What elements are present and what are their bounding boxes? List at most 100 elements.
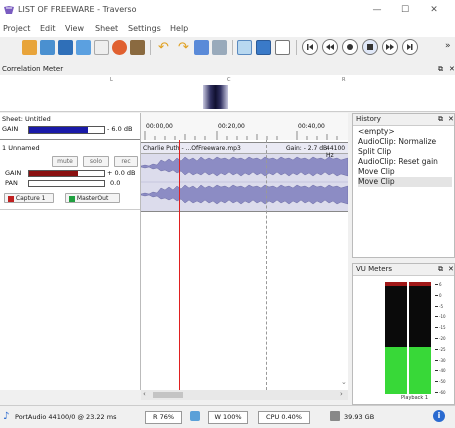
rec-button[interactable]: rec [114, 156, 138, 167]
menu-project[interactable]: Project [3, 24, 30, 33]
vu-scale-tick [435, 316, 438, 318]
track-pan-slider[interactable] [28, 180, 105, 187]
maximize-button[interactable]: ☐ [398, 5, 412, 15]
float-panel-icon[interactable]: ⧉ [438, 65, 443, 74]
toolbar-separator [232, 40, 233, 55]
scroll-thumb[interactable] [153, 392, 183, 398]
menu-help[interactable]: Help [170, 24, 188, 33]
close-button[interactable]: ✕ [427, 5, 441, 15]
audio-driver-info[interactable]: PortAudio 44100/0 @ 23.22 ms [15, 413, 116, 421]
audio-clip[interactable]: Charlie Puth - ...OfFreeware.mp3 Gain: -… [141, 142, 348, 212]
history-item-selected[interactable]: Move Clip [358, 177, 452, 187]
float-panel-icon[interactable]: ⧉ [438, 115, 443, 124]
track-gain-slider[interactable] [28, 170, 105, 177]
history-item[interactable]: Move Clip [358, 167, 452, 177]
menu-sheet[interactable]: Sheet [95, 24, 118, 33]
zoom-fit-icon[interactable] [237, 40, 252, 55]
vu-scale-tick [435, 359, 438, 361]
vu-scale-tick [435, 327, 438, 329]
sheet-gain-slider[interactable] [28, 126, 105, 134]
clip-header: Charlie Puth - ...OfFreeware.mp3 Gain: -… [141, 143, 348, 159]
export-icon[interactable] [130, 40, 145, 55]
history-panel: History ⧉ ✕ <empty> AudioClip: Normalize… [352, 113, 455, 258]
correlation-left-label: L [110, 77, 113, 83]
close-panel-icon[interactable]: ✕ [449, 65, 455, 73]
disk-space: 39.93 GB [344, 413, 375, 421]
horizontal-scrollbar[interactable]: ‹ › [141, 390, 348, 400]
track-name: 1 Unnamed [2, 144, 40, 152]
snap-icon[interactable] [194, 40, 209, 55]
master-out-button[interactable]: MasterOut [65, 193, 120, 203]
history-item[interactable]: AudioClip: Reset gain [358, 157, 452, 167]
track-pan-label: PAN [5, 179, 18, 187]
stop-icon[interactable] [342, 39, 358, 55]
mute-button[interactable]: mute [52, 156, 78, 167]
waveform [141, 156, 348, 205]
solo-button[interactable]: solo [83, 156, 109, 167]
minimize-button[interactable]: — [370, 5, 384, 15]
vu-level-right [409, 346, 431, 394]
master-out-label: MasterOut [76, 195, 109, 202]
toolbar-separator [150, 40, 151, 55]
history-header: History ⧉ ✕ [353, 114, 454, 126]
toolbar: ↶ ↷ » [0, 37, 455, 59]
rewind-icon[interactable] [322, 39, 338, 55]
correlation-right-label: R [342, 77, 346, 83]
vu-meter-right [409, 282, 431, 394]
track-canvas[interactable]: Charlie Puth - ...OfFreeware.mp3 Gain: -… [141, 140, 348, 390]
info-icon[interactable]: i [433, 410, 445, 422]
redo-icon[interactable]: ↷ [176, 40, 191, 55]
scroll-right-icon[interactable]: › [340, 390, 343, 398]
traverso-logo-icon [4, 6, 14, 14]
playhead[interactable] [179, 140, 180, 390]
sheet-icon[interactable] [76, 40, 91, 55]
track-headers: Sheet: Untitled GAIN - 6.0 dB 1 Unnamed … [0, 113, 141, 390]
track-pan-value: 0.0 [110, 179, 121, 187]
disk-icon [330, 411, 340, 421]
vu-title: VU Meters [356, 265, 393, 273]
history-item[interactable]: <empty> [358, 127, 452, 137]
vu-scale: 6 0 -5 -10 -15 -20 -25 -30 -40 -50 -60 [435, 282, 453, 395]
menu-settings[interactable]: Settings [128, 24, 161, 33]
go-to-end-icon[interactable] [402, 39, 418, 55]
vertical-scroll-down-icon[interactable]: ⌄ [341, 378, 347, 386]
marker-icon[interactable] [212, 40, 227, 55]
vu-scale-label: -40 [439, 368, 446, 374]
follow-playhead-icon[interactable] [256, 40, 271, 55]
history-item[interactable]: AudioClip: Normalize [358, 137, 452, 147]
undo-icon[interactable]: ↶ [156, 40, 171, 55]
read-buffer-status: R 76% [145, 411, 182, 424]
capture-button[interactable]: Capture 1 [4, 193, 54, 203]
settings-icon[interactable] [112, 40, 127, 55]
open-icon[interactable] [40, 40, 55, 55]
close-panel-icon[interactable]: ✕ [448, 265, 454, 273]
go-to-start-icon[interactable] [302, 39, 318, 55]
track-view-icon[interactable] [275, 40, 290, 55]
save-icon[interactable] [58, 40, 73, 55]
vu-scale-label: -15 [439, 325, 446, 331]
vu-scale-label: 0 [439, 292, 442, 298]
history-item[interactable]: Split Clip [358, 147, 452, 157]
vu-scale-label: -60 [439, 390, 446, 395]
correlation-center-label: C [227, 77, 231, 83]
menu-view[interactable]: View [65, 24, 84, 33]
play-icon[interactable] [362, 39, 378, 55]
float-panel-icon[interactable]: ⧉ [438, 265, 443, 274]
cpu-usage: CPU 0.40% [258, 411, 310, 424]
scroll-left-icon[interactable]: ‹ [143, 390, 146, 398]
capture-icon [8, 195, 14, 202]
timeline-ruler[interactable]: 00:00,00 00:20,00 00:40,00 [141, 113, 348, 141]
document-icon[interactable] [94, 40, 109, 55]
new-project-icon[interactable] [22, 40, 37, 55]
correlation-meter-header: Correlation Meter ⧉ ✕ [0, 64, 455, 75]
sheet-name: Sheet: Untitled [2, 115, 51, 123]
title-bar: LIST OF FREEWARE - Traverso — ☐ ✕ [0, 0, 455, 22]
fast-forward-icon[interactable] [382, 39, 398, 55]
ruler-ticks [144, 131, 338, 140]
close-panel-icon[interactable]: ✕ [448, 115, 454, 123]
toolbar-overflow-icon[interactable]: » [445, 41, 451, 51]
sheet-gain-value: - 6.0 dB [107, 125, 133, 133]
vu-scale-label: -5 [439, 303, 443, 309]
menu-edit[interactable]: Edit [40, 24, 56, 33]
vu-scale-tick [435, 305, 438, 307]
